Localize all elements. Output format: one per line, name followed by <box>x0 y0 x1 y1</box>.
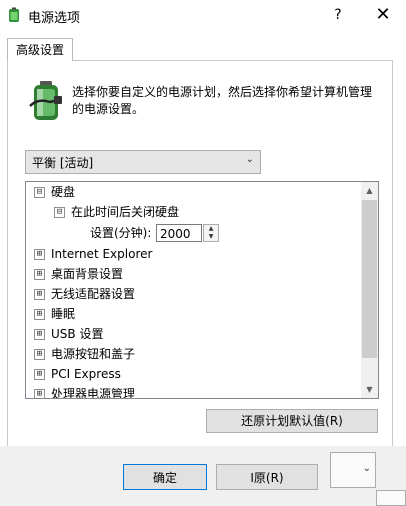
expand-icon[interactable]: ⊞ <box>34 309 45 320</box>
battery-icon <box>29 81 62 120</box>
tree-item-pci-express[interactable]: ⊞ PCI Express <box>34 364 121 384</box>
spin-down-icon[interactable]: ▼ <box>204 233 218 241</box>
tree-item-label: 电源按钮和盖子 <box>51 347 136 361</box>
tree-item-internet-explorer[interactable]: ⊞ Internet Explorer <box>34 244 152 264</box>
spin-up-icon[interactable]: ▲ <box>204 225 218 233</box>
tree-item-wireless-adapter[interactable]: ⊞ 无线适配器设置 <box>34 284 135 304</box>
close-button[interactable]: ✕ <box>366 0 400 30</box>
chevron-down-icon: ⌄ <box>362 463 371 474</box>
window-title: 电源选项 <box>28 11 81 26</box>
tree-item-sleep[interactable]: ⊞ 睡眠 <box>34 304 75 324</box>
ok-button[interactable]: 确定 <box>123 464 207 490</box>
tree-item-label: PCI Express <box>51 367 121 381</box>
overlay-dropdown[interactable]: ⌄ <box>330 452 376 488</box>
tab-advanced-settings[interactable]: 高级设置 <box>7 38 73 61</box>
tree-scrollbar[interactable]: ▲ ▼ <box>361 182 378 398</box>
setting-minutes-label: 设置(分钟): <box>90 226 152 240</box>
expand-icon[interactable]: ⊞ <box>34 249 45 260</box>
tree-item-desktop-background[interactable]: ⊞ 桌面背景设置 <box>34 264 123 284</box>
scroll-down-icon[interactable]: ▼ <box>361 381 378 398</box>
settings-tree[interactable]: ⊟ 硬盘 ⊟ 在此时间后关闭硬盘 设置(分钟): 2000 ▲ ▼ ⊞ Interne… <box>25 181 379 399</box>
scrollbar-thumb[interactable] <box>362 200 377 358</box>
tree-item-turn-off-disk[interactable]: ⊟ 在此时间后关闭硬盘 <box>54 202 179 222</box>
tree-item-label: Internet Explorer <box>51 247 153 261</box>
tree-item-label: 处理器电源管理 <box>51 387 136 399</box>
power-plan-dropdown[interactable]: 平衡 [活动] ⌄ <box>25 150 261 174</box>
tree-item-processor-power[interactable]: ⊞ 处理器电源管理 <box>34 384 136 399</box>
tree-item-power-buttons-lid[interactable]: ⊞ 电源按钮和盖子 <box>34 344 135 364</box>
expand-icon[interactable]: ⊞ <box>34 389 45 398</box>
tree-item-label: USB 设置 <box>51 327 104 341</box>
tree-item-hard-disk[interactable]: ⊟ 硬盘 <box>34 182 75 202</box>
expand-icon[interactable]: ⊞ <box>34 349 45 360</box>
overlay-box <box>376 490 406 506</box>
description-text: 选择你要自定义的电源计划，然后选择你希望计算机管理的电源设置。 <box>72 85 373 116</box>
help-button[interactable]: ? <box>322 0 354 30</box>
tree-item-usb-settings[interactable]: ⊞ USB 设置 <box>34 324 103 344</box>
power-options-icon <box>9 7 19 22</box>
power-plan-value: 平衡 [活动] <box>32 156 94 170</box>
expand-icon[interactable]: ⊞ <box>34 269 45 280</box>
minutes-input[interactable]: 2000 <box>156 224 202 242</box>
expand-icon[interactable]: ⊞ <box>34 369 45 380</box>
collapse-icon[interactable]: ⊟ <box>34 187 45 198</box>
collapse-icon[interactable]: ⊟ <box>54 207 65 218</box>
tree-item-label: 睡眠 <box>51 307 76 321</box>
expand-icon[interactable]: ⊞ <box>34 289 45 300</box>
restore-defaults-button[interactable]: 还原计划默认值(R) <box>206 409 378 433</box>
cancel-button[interactable]: I原(R) <box>216 464 318 490</box>
tree-item-label: 在此时间后关闭硬盘 <box>71 205 180 219</box>
chevron-down-icon: ⌄ <box>245 154 254 165</box>
tree-item-label: 桌面背景设置 <box>51 267 124 281</box>
scroll-up-icon[interactable]: ▲ <box>361 182 378 199</box>
minutes-spinner[interactable]: ▲ ▼ <box>203 224 219 242</box>
tree-item-label: 无线适配器设置 <box>51 287 136 301</box>
expand-icon[interactable]: ⊞ <box>34 329 45 340</box>
tree-item-label: 硬盘 <box>51 185 76 199</box>
